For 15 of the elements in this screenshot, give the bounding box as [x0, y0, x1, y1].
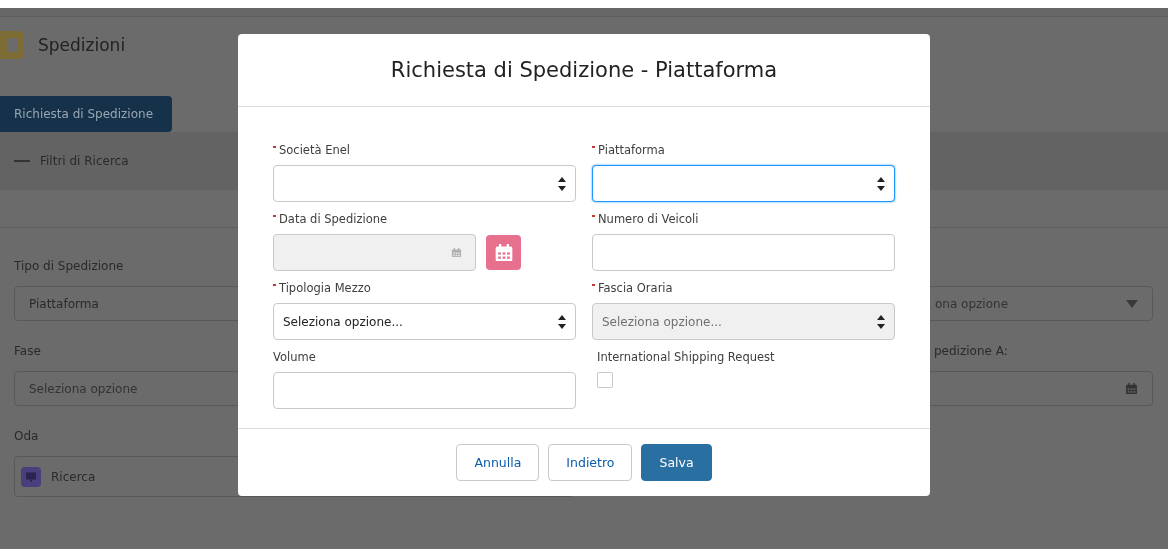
field-label: International Shipping Request	[597, 349, 775, 365]
field-label: Oda	[14, 428, 39, 444]
field-label: Fase	[14, 343, 41, 359]
section-title: Filtri di Ricerca	[40, 154, 129, 168]
field-label: Tipo di Spedizione	[14, 258, 124, 274]
field-label: Volume	[273, 349, 316, 365]
field-label: Numero di Veicoli	[598, 211, 699, 227]
field-label: Fascia Oraria	[598, 280, 673, 296]
field-label: Piattaforma	[598, 142, 665, 158]
field-label: Data di Spedizione	[279, 211, 388, 227]
field-label: Tipologia Mezzo	[279, 280, 371, 296]
field-label: Società Enel	[279, 142, 350, 158]
page-title: Spedizioni	[38, 35, 126, 55]
dialog-title: Richiesta di Spedizione - Piattaforma	[390, 58, 778, 82]
field-label: pedizione A:	[934, 343, 1008, 359]
